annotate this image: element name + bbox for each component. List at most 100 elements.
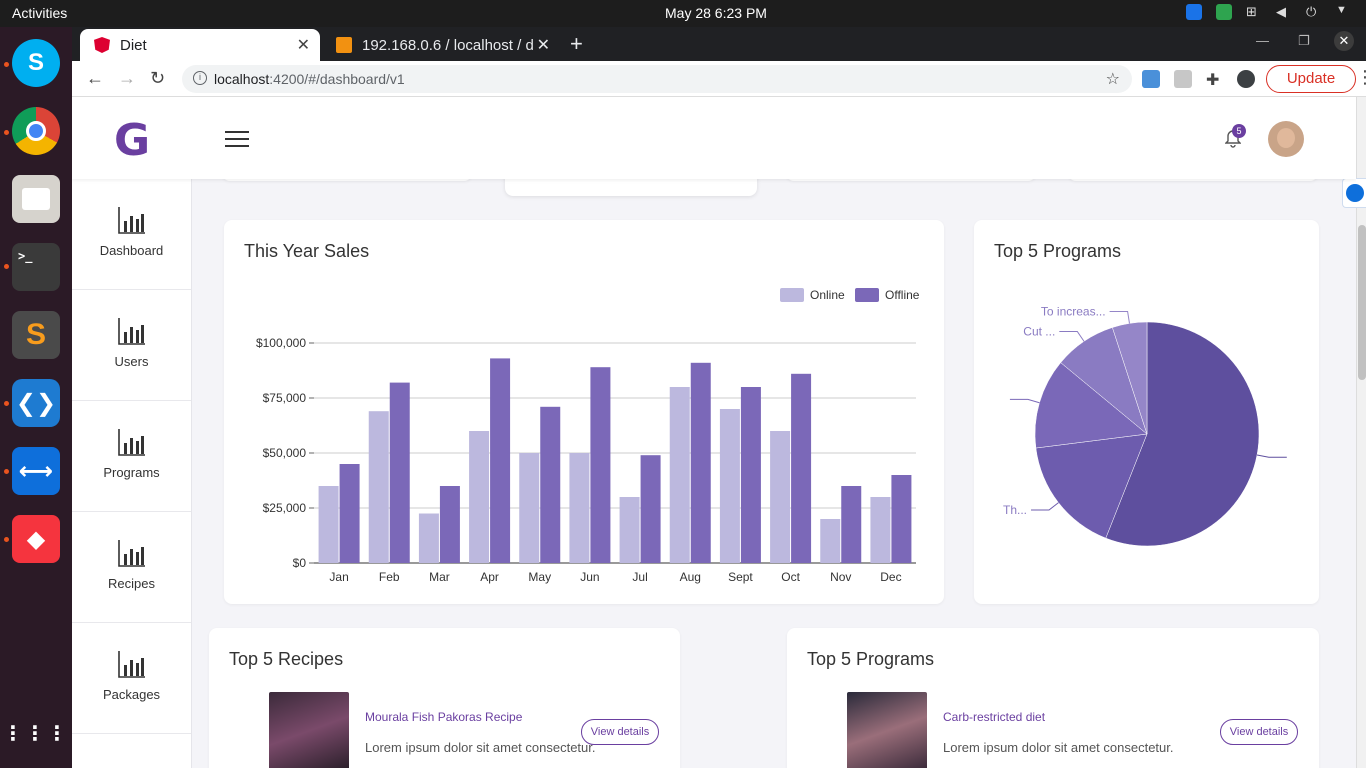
x-tick-label: Feb [379, 570, 400, 584]
activities-button[interactable]: Activities [12, 5, 67, 21]
program-name[interactable]: Carb-restricted diet [943, 710, 1045, 724]
phpmyadmin-favicon-icon [336, 37, 352, 53]
view-details-button[interactable]: View details [581, 719, 659, 745]
anydesk-icon[interactable]: ◆ [12, 515, 60, 563]
bar-chart-icon [117, 207, 145, 234]
y-tick-label: $50,000 [263, 446, 307, 460]
url-path: :4200/#/dashboard/v1 [269, 71, 405, 87]
sublime-text-icon[interactable]: S [12, 311, 60, 359]
chrome-icon[interactable] [12, 107, 60, 155]
browser-tab-strip: Diet ✕ 192.168.0.6 / localhost / d ✕ + —… [72, 27, 1366, 61]
sidebar-item-label: Dashboard [99, 243, 164, 258]
pie-label-line [1059, 330, 1085, 342]
system-clock[interactable]: May 28 6:23 PM [665, 5, 767, 21]
bar-chart-icon [117, 318, 145, 345]
minimize-icon[interactable]: — [1256, 33, 1269, 48]
program-thumbnail [847, 692, 927, 768]
profile-icon[interactable] [1237, 70, 1255, 88]
hamburger-menu-icon[interactable] [225, 131, 249, 147]
pie-slice-label: Th... [1003, 503, 1027, 517]
x-tick-label: Oct [781, 570, 800, 584]
extensions-puzzle-icon[interactable]: ✚ [1206, 70, 1224, 89]
bar-online [519, 453, 540, 563]
bar-online [318, 486, 339, 563]
tab-title: 192.168.0.6 / localhost / d [362, 36, 534, 54]
legend-swatch [780, 288, 804, 302]
sidebar-item-recipes[interactable]: Recipes [72, 512, 191, 623]
network-icon[interactable]: ⊞ [1246, 4, 1262, 20]
security-tray-icon[interactable] [1216, 4, 1232, 20]
reload-icon[interactable]: ↻ [150, 68, 165, 89]
files-icon[interactable] [12, 175, 60, 223]
notification-badge: 5 [1232, 124, 1246, 138]
sidebar-item-label: Users [114, 354, 149, 369]
url-host: localhost [214, 71, 270, 87]
close-window-icon[interactable]: ✕ [1334, 31, 1354, 51]
bar-online [368, 411, 389, 563]
teamviewer-tray-icon[interactable] [1186, 4, 1202, 20]
sidebar-item-users[interactable]: Users [72, 290, 191, 401]
browser-toolbar: ← → ↻ i localhost:4200/#/dashboard/v1 ☆ … [72, 61, 1366, 97]
user-avatar[interactable] [1268, 121, 1304, 157]
bar-offline [339, 464, 360, 563]
bar-offline [791, 373, 812, 563]
address-bar[interactable]: i localhost:4200/#/dashboard/v1 ☆ [182, 65, 1132, 93]
app-header: G 5 [72, 97, 1356, 179]
back-icon[interactable]: ← [86, 68, 104, 89]
site-info-icon[interactable]: i [193, 71, 207, 85]
volume-icon[interactable]: ◀ [1276, 4, 1292, 20]
vscode-icon[interactable]: ❮❯ [12, 379, 60, 427]
skype-icon[interactable]: S [12, 39, 60, 87]
bar-offline [389, 382, 410, 563]
programs-pie-card: Top 5 Programs Th... Cut ... To increas... [974, 220, 1319, 604]
pie-label-line [1009, 398, 1040, 404]
extension-fi-icon[interactable] [1142, 70, 1160, 88]
bookmark-star-icon[interactable]: ☆ [1106, 69, 1120, 89]
sidebar-item-dashboard[interactable]: Dashboard [72, 179, 191, 290]
maximize-icon[interactable]: ❐ [1298, 33, 1310, 49]
system-top-bar: Activities May 28 6:23 PM ⊞ ◀ ⏻ ▼ [0, 0, 1366, 27]
bar-offline [640, 455, 661, 563]
sidebar-item-packages[interactable]: Packages [72, 623, 191, 734]
update-button[interactable]: Update [1266, 65, 1356, 93]
system-menu-chevron-icon[interactable]: ▼ [1336, 4, 1352, 20]
tab-close-icon[interactable]: ✕ [297, 35, 310, 55]
browser-menu-icon[interactable]: ⋮ [1356, 67, 1366, 88]
x-tick-label: Mar [429, 570, 450, 584]
recipe-name[interactable]: Mourala Fish Pakoras Recipe [365, 710, 522, 724]
tab-close-icon[interactable]: ✕ [537, 35, 550, 55]
top-recipes-card: Top 5 Recipes Mourala Fish Pakoras Recip… [209, 628, 680, 768]
teamviewer-side-tab[interactable] [1342, 178, 1366, 208]
extension-c-icon[interactable] [1174, 70, 1192, 88]
tab-title: Diet [120, 36, 147, 54]
bar-chart-icon [117, 429, 145, 456]
new-tab-icon[interactable]: + [570, 31, 583, 57]
forward-icon[interactable]: → [118, 68, 136, 89]
scrollbar-thumb[interactable] [1358, 225, 1366, 380]
terminal-icon[interactable]: >_ [12, 243, 60, 291]
legend-label: Offline [885, 288, 920, 302]
sidebar-item-label: Packages [102, 687, 161, 702]
app-logo[interactable]: G [114, 115, 150, 166]
angular-favicon-icon [94, 37, 110, 53]
x-tick-label: May [528, 570, 551, 584]
pie-label-line [1256, 454, 1287, 458]
recipe-thumbnail [269, 692, 349, 768]
system-tray: ⊞ ◀ ⏻ ▼ [1186, 4, 1352, 20]
sales-chart-card: This Year Sales $0 $25,000 $50,000 $75,000 $… [224, 220, 944, 604]
bar-online [719, 409, 740, 563]
tab-phpmyadmin[interactable]: 192.168.0.6 / localhost / d ✕ [322, 29, 560, 61]
recipe-description: Lorem ipsum dolor sit amet consectetur. [365, 740, 596, 755]
sidebar-item-programs[interactable]: Programs [72, 401, 191, 512]
tab-diet[interactable]: Diet ✕ [80, 29, 320, 61]
sidebar: Dashboard Users Programs Recipes Package… [72, 179, 192, 768]
pie-slice-label: To increas... [1041, 305, 1106, 319]
show-apps-grid-icon[interactable]: ⋮⋮⋮ [3, 709, 67, 757]
power-icon[interactable]: ⏻ [1306, 4, 1322, 20]
view-details-button[interactable]: View details [1220, 719, 1298, 745]
card-title: Top 5 Recipes [229, 649, 344, 669]
sales-bar-chart: $0 $25,000 $50,000 $75,000 $100,000 Jan Feb Mar… [256, 288, 920, 584]
teamviewer-icon[interactable]: ⟷ [12, 447, 60, 495]
ubuntu-dock: S >_ S ❮❯ ⟷ ◆ ⋮⋮⋮ [0, 27, 72, 768]
sidebar-item-label: Programs [103, 465, 160, 480]
